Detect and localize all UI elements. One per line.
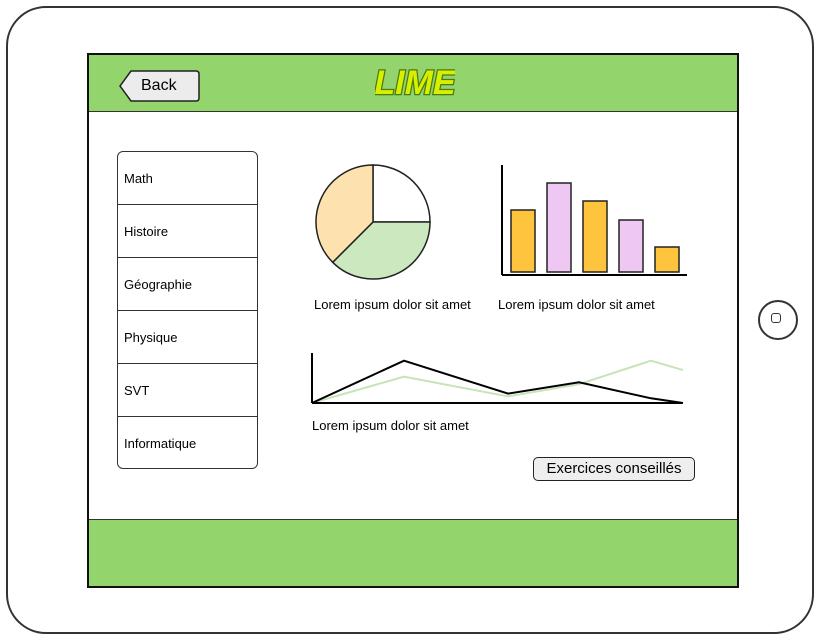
pie-chart bbox=[315, 164, 431, 280]
home-button-icon bbox=[771, 313, 781, 323]
lime-logo: LIME bbox=[375, 63, 455, 104]
subject-menu: Math Histoire Géographie Physique SVT Informa… bbox=[117, 151, 258, 469]
sidebar-item[interactable]: Math bbox=[118, 152, 257, 205]
bar-caption: Lorem ipsum dolor sit amet bbox=[498, 297, 655, 312]
sidebar-item[interactable]: Géographie bbox=[118, 258, 257, 311]
pie-caption: Lorem ipsum dolor sit amet bbox=[314, 297, 471, 312]
back-button-label: Back bbox=[141, 77, 177, 94]
bar bbox=[582, 200, 608, 273]
back-button[interactable]: Back bbox=[119, 70, 200, 102]
exercises-button[interactable]: Exercices conseillés bbox=[533, 457, 695, 481]
svg-text:LIME: LIME bbox=[375, 64, 455, 102]
pie-slice bbox=[372, 164, 431, 223]
bar bbox=[510, 209, 536, 273]
line-series bbox=[311, 359, 684, 404]
app-screen: Back LIME Math Histoire Géographie Physique… bbox=[87, 53, 739, 588]
bar bbox=[546, 182, 572, 273]
line-caption: Lorem ipsum dolor sit amet bbox=[312, 418, 469, 433]
sidebar-item[interactable]: Informatique bbox=[118, 417, 257, 468]
sidebar-item[interactable]: SVT bbox=[118, 364, 257, 417]
line-chart bbox=[311, 353, 684, 404]
home-button[interactable] bbox=[758, 300, 798, 340]
bar bbox=[654, 246, 680, 273]
header-bar: Back LIME bbox=[89, 55, 737, 112]
line-series bbox=[311, 359, 684, 404]
bar bbox=[618, 219, 644, 273]
bar-chart bbox=[501, 165, 687, 276]
footer-bar bbox=[89, 519, 737, 586]
sidebar-item[interactable]: Physique bbox=[118, 311, 257, 364]
sidebar-item[interactable]: Histoire bbox=[118, 205, 257, 258]
